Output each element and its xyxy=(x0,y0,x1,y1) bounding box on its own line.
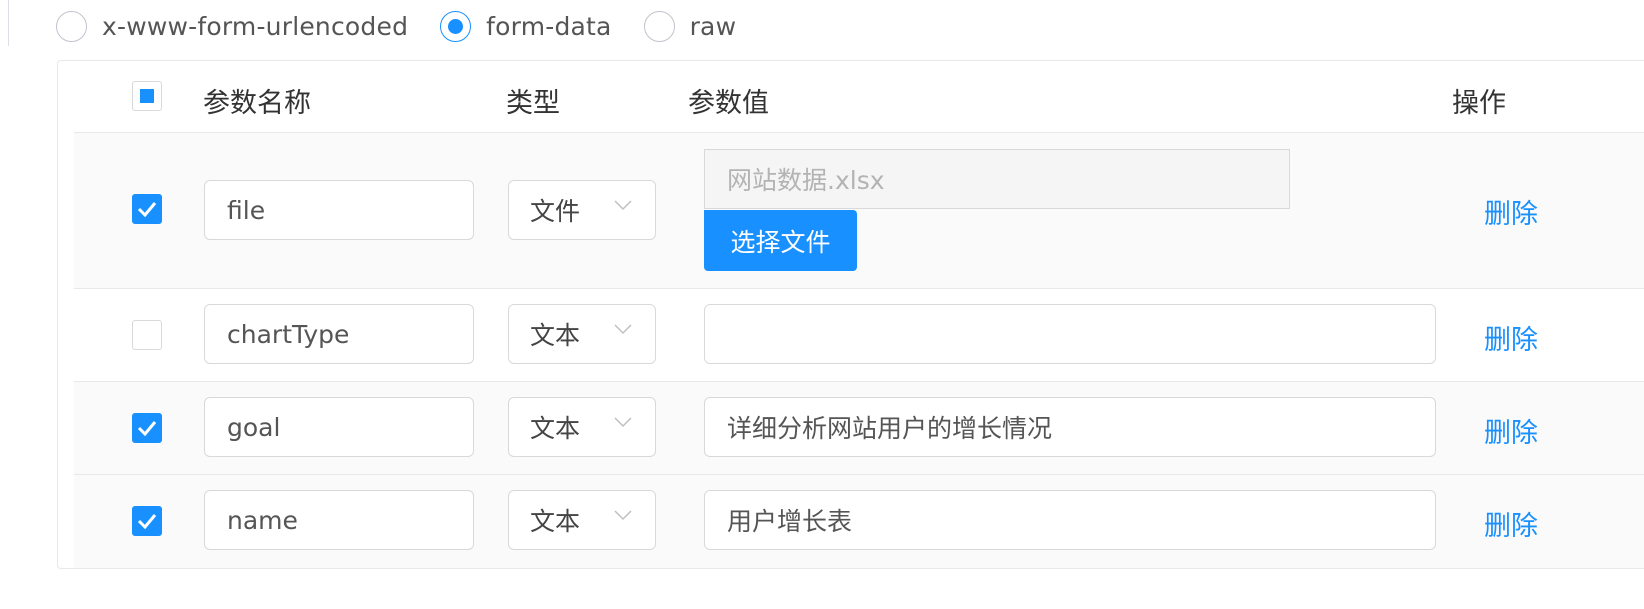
radio-label: x-www-form-urlencoded xyxy=(102,11,409,41)
radio-label: raw xyxy=(689,11,737,41)
check-icon xyxy=(137,202,157,217)
params-table: 参数名称 类型 参数值 操作 file 文件 网站数据.xlsx 选择文件 删除… xyxy=(57,60,1644,569)
param-value-input[interactable]: 详细分析网站用户的增长情况 xyxy=(704,397,1436,457)
table-header-row: 参数名称 类型 参数值 操作 xyxy=(74,61,1644,133)
param-type-select[interactable]: 文本 xyxy=(508,490,656,550)
param-type-value: 文件 xyxy=(530,197,581,226)
param-name-input[interactable]: goal xyxy=(204,397,474,457)
chevron-down-icon xyxy=(614,417,632,428)
radio-label: form-data xyxy=(486,11,612,41)
column-header-name: 参数名称 xyxy=(203,88,311,119)
param-name-input[interactable]: file xyxy=(204,180,474,240)
delete-link[interactable]: 删除 xyxy=(1484,504,1538,543)
param-type-value: 文本 xyxy=(530,414,581,443)
check-icon xyxy=(137,514,157,529)
param-type-value: 文本 xyxy=(530,321,581,350)
row-checkbox[interactable] xyxy=(132,413,162,443)
body-type-radio-group: x-www-form-urlencoded form-data raw xyxy=(56,8,768,44)
param-type-select[interactable]: 文本 xyxy=(508,397,656,457)
file-name-input[interactable]: 网站数据.xlsx xyxy=(704,149,1290,209)
left-divider xyxy=(8,0,9,46)
column-header-action: 操作 xyxy=(1452,88,1506,119)
param-name-input[interactable]: chartType xyxy=(204,304,474,364)
radio-raw[interactable]: raw xyxy=(643,10,737,42)
column-header-value: 参数值 xyxy=(688,88,769,119)
chevron-down-icon xyxy=(614,324,632,335)
chevron-down-icon xyxy=(614,200,632,211)
param-type-value: 文本 xyxy=(530,507,581,536)
radio-form-data[interactable]: form-data xyxy=(440,10,612,42)
delete-link[interactable]: 删除 xyxy=(1484,411,1538,450)
row-checkbox[interactable] xyxy=(132,506,162,536)
column-header-type: 类型 xyxy=(506,88,560,119)
radio-circle-icon[interactable] xyxy=(643,10,675,42)
param-value-input[interactable]: 用户增长表 xyxy=(704,490,1436,550)
radio-x-www-form-urlencoded[interactable]: x-www-form-urlencoded xyxy=(56,10,409,42)
table-row: goal 文本 详细分析网站用户的增长情况 删除 xyxy=(74,382,1644,475)
radio-circle-icon[interactable] xyxy=(56,10,87,42)
param-value-input[interactable] xyxy=(704,304,1436,364)
select-all-checkbox[interactable] xyxy=(132,81,162,111)
table-row: file 文件 网站数据.xlsx 选择文件 删除 xyxy=(74,133,1644,289)
choose-file-button[interactable]: 选择文件 xyxy=(704,210,857,271)
param-name-input[interactable]: name xyxy=(204,490,474,550)
check-icon xyxy=(137,421,157,436)
radio-circle-checked-icon[interactable] xyxy=(440,10,472,42)
param-type-select[interactable]: 文件 xyxy=(508,180,656,240)
table-row: chartType 文本 删除 xyxy=(74,289,1644,382)
row-checkbox[interactable] xyxy=(132,194,162,224)
row-checkbox[interactable] xyxy=(132,320,162,350)
chevron-down-icon xyxy=(614,510,632,521)
table-row: name 文本 用户增长表 删除 xyxy=(74,475,1644,568)
param-type-select[interactable]: 文本 xyxy=(508,304,656,364)
delete-link[interactable]: 删除 xyxy=(1484,192,1538,231)
delete-link[interactable]: 删除 xyxy=(1484,318,1538,357)
